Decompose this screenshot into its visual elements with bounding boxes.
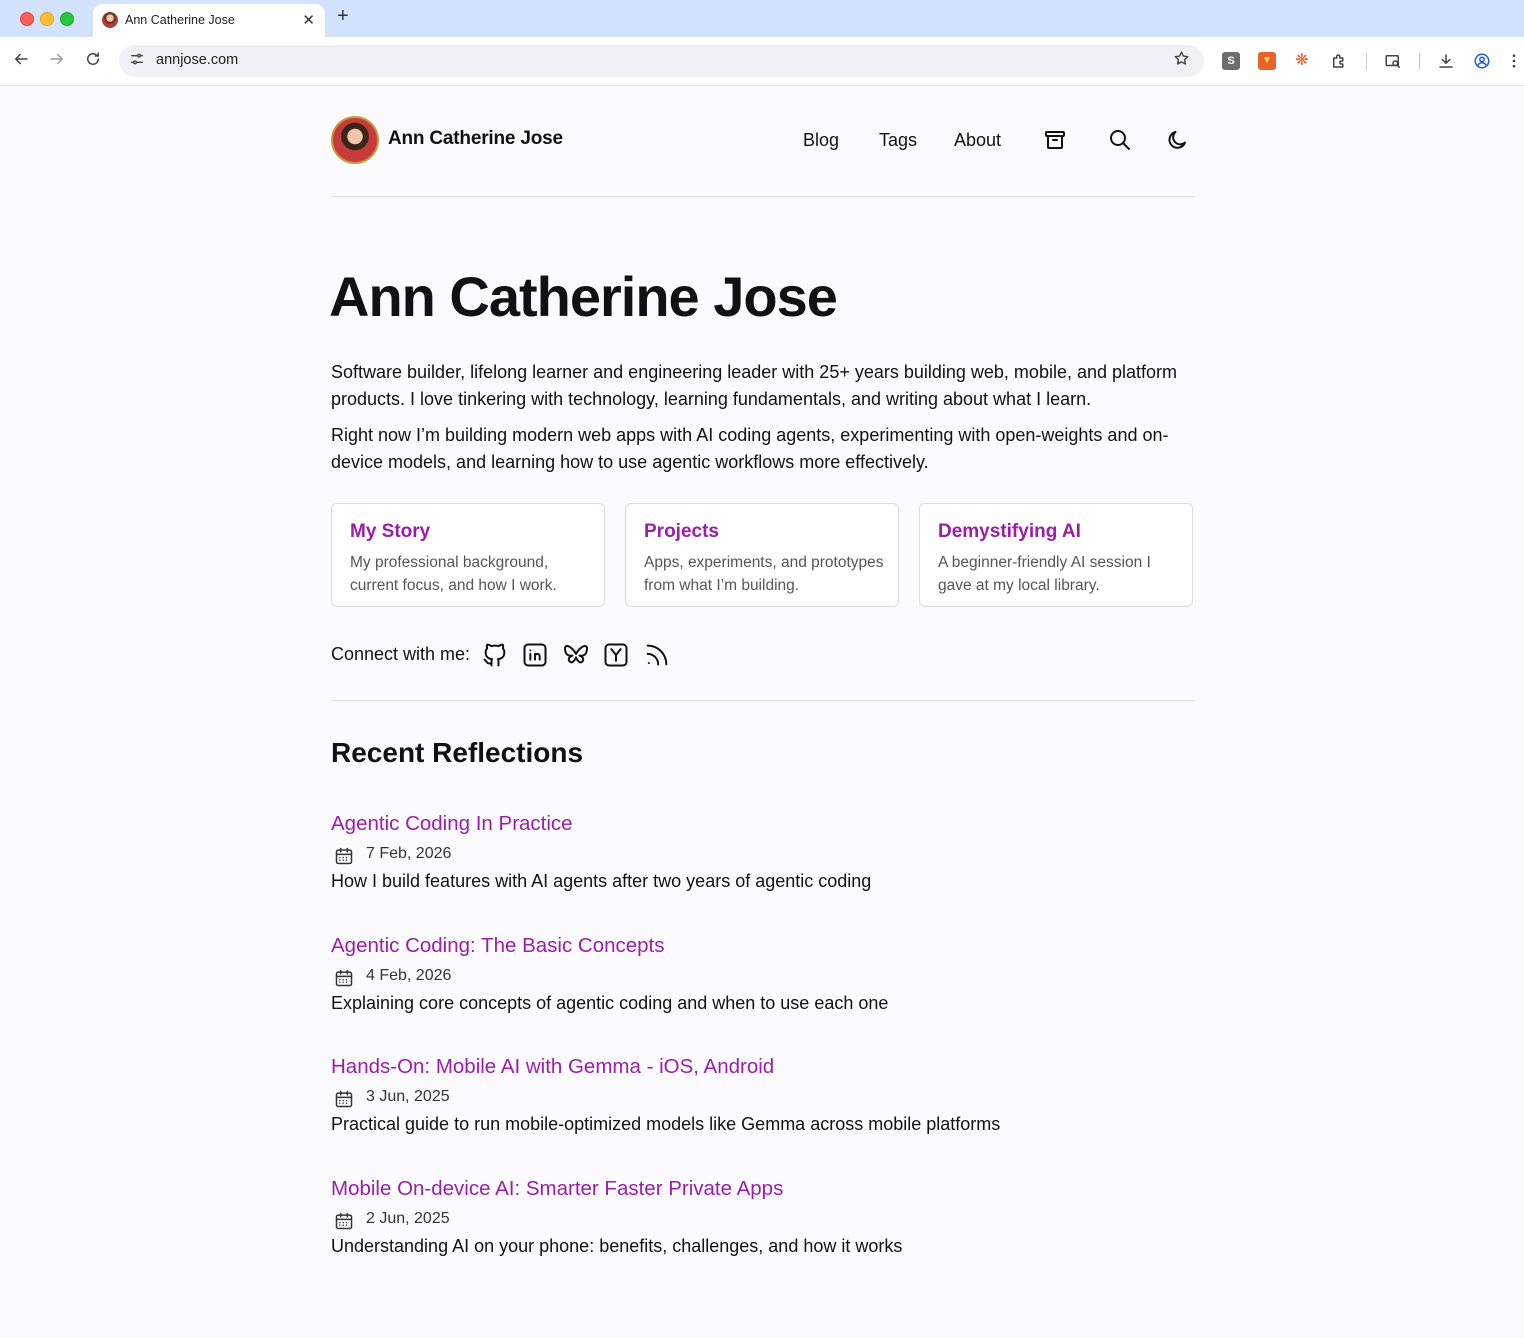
back-arrow-icon[interactable] [11,50,31,73]
card-description: My professional background, current focu… [350,554,557,594]
post-item: Hands-On: Mobile AI with Gemma - iOS, An… [331,1055,1195,1155]
menu-kebab-icon[interactable] [1509,52,1519,70]
card-demystifying-ai[interactable]: Demystifying AI A beginner-friendly AI s… [919,503,1193,607]
new-tab-button[interactable]: + [337,5,349,28]
close-window-button[interactable] [20,12,34,26]
header-divider [331,196,1195,197]
post-item: Agentic Coding: The Basic Concepts 4 Feb… [331,934,1195,1034]
post-title-link[interactable]: Agentic Coding In Practice [331,812,573,836]
download-icon[interactable] [1437,52,1455,70]
github-icon[interactable] [481,641,509,669]
card-my-story[interactable]: My Story My professional background, cur… [331,503,605,607]
post-date: 3 Jun, 2025 [366,1088,450,1105]
post-title-link[interactable]: Hands-On: Mobile AI with Gemma - iOS, An… [331,1055,774,1079]
card-title[interactable]: Projects [644,521,719,543]
post-date: 4 Feb, 2026 [366,967,452,984]
maximize-window-button[interactable] [60,12,74,26]
nav-about-link[interactable]: About [954,130,1001,151]
tab-search-icon[interactable] [1384,52,1402,70]
rss-icon[interactable] [643,641,671,669]
address-bar[interactable]: annjose.com [119,45,1204,77]
bio-paragraph-2: Right now I’m building modern web apps w… [331,425,1169,472]
post-title-link[interactable]: Agentic Coding: The Basic Concepts [331,934,665,958]
post-description: How I build features with AI agents afte… [331,871,872,891]
tab-close-icon[interactable]: ✕ [302,11,315,29]
site-settings-icon[interactable] [129,51,145,70]
post-date: 2 Jun, 2025 [366,1210,450,1227]
connect-label: Connect with me: [331,644,471,664]
post-item: Agentic Coding In Practice 7 Feb, 2026 H… [331,812,1195,912]
hacker-news-icon[interactable] [602,641,630,669]
browser-tab-active[interactable]: Ann Catherine Jose ✕ [93,4,325,37]
avatar[interactable] [331,116,379,164]
section-divider [331,700,1195,701]
extension-box-icon[interactable]: ▼ [1258,52,1276,70]
nav-tags-link[interactable]: Tags [879,130,917,151]
archive-icon[interactable] [1043,128,1067,152]
page-title: Ann Catherine Jose [329,265,838,328]
bluesky-butterfly-icon[interactable] [562,641,590,669]
extensions-puzzle-icon[interactable] [1330,52,1348,70]
nav-blog-link[interactable]: Blog [803,130,839,151]
browser-tab-strip: Ann Catherine Jose ✕ + [0,0,1524,37]
card-projects[interactable]: Projects Apps, experiments, and prototyp… [625,503,899,607]
bookmark-star-icon[interactable] [1173,50,1190,72]
url-text[interactable]: annjose.com [156,52,238,68]
card-description: A beginner-friendly AI session I gave at… [938,554,1151,594]
forward-arrow-icon[interactable] [47,50,67,73]
profile-icon[interactable] [1473,52,1491,70]
toolbar-divider [1366,54,1367,70]
card-title[interactable]: Demystifying AI [938,521,1081,543]
post-description: Explaining core concepts of agentic codi… [331,993,889,1013]
extension-flower-icon[interactable]: ❋ [1293,52,1311,70]
minimize-window-button[interactable] [40,12,54,26]
calendar-icon [334,968,354,988]
extension-s-icon[interactable]: S [1222,52,1240,70]
reload-icon[interactable] [83,50,103,73]
card-description: Apps, experiments, and prototypes from w… [644,554,884,594]
post-item: Mobile On-device AI: Smarter Faster Priv… [331,1177,1195,1277]
search-icon[interactable] [1108,128,1132,152]
post-description: Understanding AI on your phone: benefits… [331,1236,903,1256]
post-date: 7 Feb, 2026 [366,845,452,862]
post-description: Practical guide to run mobile-optimized … [331,1114,1001,1134]
browser-toolbar: annjose.com S ▼ ❋ [0,37,1524,86]
tab-title: Ann Catherine Jose [125,13,235,27]
calendar-icon [334,1089,354,1109]
calendar-icon [334,846,354,866]
bio-paragraph-1: Software builder, lifelong learner and e… [331,362,1178,409]
recent-reflections-heading: Recent Reflections [331,737,584,768]
dark-mode-moon-icon[interactable] [1165,128,1189,152]
site-brand-name[interactable]: Ann Catherine Jose [388,128,563,150]
toolbar-divider [1419,54,1420,70]
calendar-icon [334,1211,354,1231]
post-title-link[interactable]: Mobile On-device AI: Smarter Faster Priv… [331,1177,783,1201]
card-title[interactable]: My Story [350,521,430,543]
linkedin-icon[interactable] [521,641,549,669]
favicon-icon [102,12,118,28]
site-header: Ann Catherine Jose Blog Tags About [331,116,1195,166]
